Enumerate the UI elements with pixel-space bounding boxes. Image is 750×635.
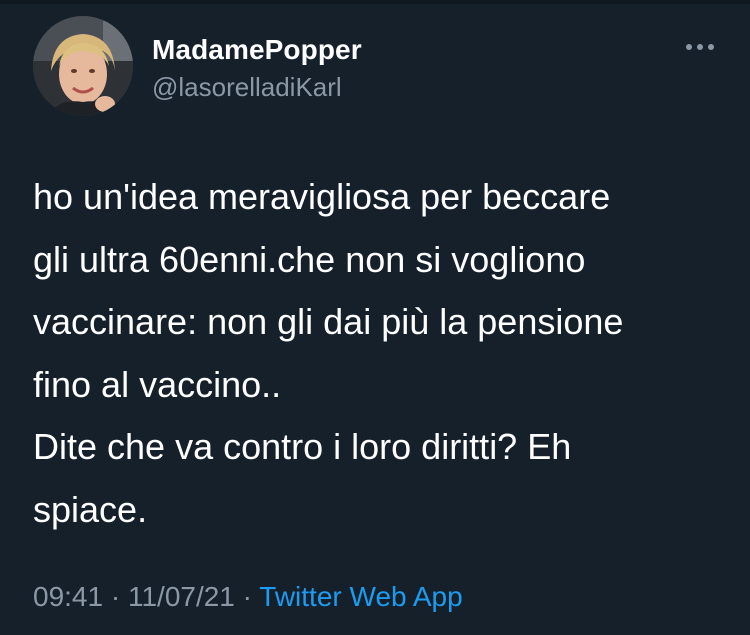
- tweet-text-line: gli ultra 60enni.che non si vogliono: [33, 238, 586, 280]
- tweet-text: ho un'idea meravigliosa per beccare gli …: [33, 166, 723, 541]
- top-divider: [0, 0, 750, 4]
- tweet-text-line: Dite che va contro i loro diritti? Eh: [33, 426, 572, 467]
- tweet-source-link[interactable]: Twitter Web App: [259, 581, 462, 612]
- tweet-metadata: 09:41 · 11/07/21 · Twitter Web App: [33, 581, 463, 613]
- avatar-image: [33, 16, 133, 116]
- tweet-text-line: fino al vaccino..: [33, 363, 282, 405]
- meta-separator: ·: [103, 581, 128, 612]
- avatar[interactable]: [33, 16, 133, 116]
- meta-separator: ·: [234, 581, 260, 612]
- tweet-text-line: spiace.: [33, 488, 148, 530]
- more-options-icon[interactable]: [683, 40, 717, 54]
- tweet-date[interactable]: 11/07/21: [128, 581, 235, 612]
- user-handle[interactable]: @lasorelladiKarl: [152, 72, 342, 103]
- display-name[interactable]: MadamePopper: [152, 34, 362, 66]
- tweet-card: MadamePopper @lasorelladiKarl ho un'idea…: [0, 0, 750, 635]
- tweet-time[interactable]: 09:41: [33, 581, 103, 612]
- tweet-text-line: vaccinare: non gli dai più la pensione: [33, 301, 624, 342]
- tweet-text-line: ho un'idea meravigliosa per beccare: [33, 176, 611, 217]
